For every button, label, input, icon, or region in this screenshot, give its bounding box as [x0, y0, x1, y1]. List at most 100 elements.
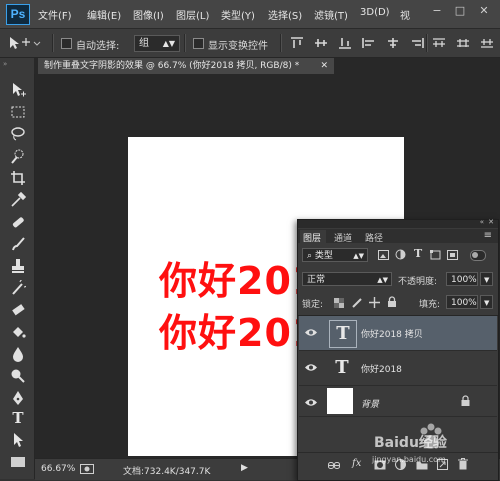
align-left-icon[interactable]	[362, 37, 376, 49]
status-menu-arrow-icon[interactable]: ▶	[241, 463, 248, 473]
filter-pixel-icon[interactable]	[378, 250, 389, 260]
lock-position-icon[interactable]	[369, 297, 380, 308]
history-brush-tool-icon[interactable]	[10, 280, 26, 296]
auto-select-dropdown[interactable]: 组 ▲▼	[134, 35, 180, 52]
fill-input[interactable]: 100%	[446, 295, 478, 309]
layer-thumbnail-white	[327, 388, 353, 414]
rectangle-tool-icon[interactable]	[10, 454, 26, 470]
eraser-tool-icon[interactable]	[10, 302, 26, 318]
separator	[184, 34, 186, 52]
menu-image[interactable]: 图像(I)	[133, 7, 164, 22]
menu-3d[interactable]: 3D(D)	[360, 7, 390, 18]
auto-select-label: 自动选择:	[76, 41, 120, 52]
menu-type[interactable]: 类型(Y)	[221, 7, 255, 22]
layer-name[interactable]: 背景	[361, 397, 379, 410]
filter-type-icon[interactable]: T	[414, 247, 422, 260]
align-bottom-icon[interactable]	[338, 37, 352, 49]
tab-channels[interactable]: 通道	[334, 231, 352, 244]
auto-select-value: 组	[139, 38, 149, 49]
align-hcenter-icon[interactable]	[386, 37, 400, 49]
layer-filter-kind: 类型	[314, 251, 333, 261]
tab-layers[interactable]: 图层	[303, 231, 321, 244]
status-info-icon[interactable]	[80, 464, 94, 474]
layer-row-text[interactable]: T 你好2018	[299, 351, 497, 386]
menu-layer[interactable]: 图层(L)	[176, 7, 209, 22]
menu-select[interactable]: 选择(S)	[268, 7, 302, 22]
healing-brush-tool-icon[interactable]	[10, 214, 26, 230]
lock-transparent-icon[interactable]	[334, 298, 344, 308]
separator	[52, 34, 54, 52]
eye-icon[interactable]	[305, 398, 317, 407]
crop-tool-icon[interactable]	[10, 170, 26, 186]
close-tab-icon[interactable]: ✕	[320, 58, 328, 74]
layer-row-text-copy[interactable]: T 你好2018 拷贝	[299, 316, 497, 351]
filter-shape-icon[interactable]	[430, 250, 441, 260]
align-top-icon[interactable]	[290, 37, 304, 49]
fill-slider-toggle[interactable]: ▼	[480, 295, 493, 309]
eyedropper-tool-icon[interactable]	[10, 192, 26, 208]
menu-file[interactable]: 文件(F)	[38, 7, 72, 22]
marquee-tool-icon[interactable]	[10, 104, 26, 120]
opacity-input[interactable]: 100%	[446, 272, 478, 286]
lock-pixels-icon[interactable]	[352, 297, 363, 308]
layer-row-background[interactable]: 背景	[299, 386, 497, 417]
eye-icon[interactable]	[305, 328, 317, 337]
distribute-bottom-icon[interactable]	[480, 37, 494, 49]
brush-tool-icon[interactable]	[10, 236, 26, 252]
distribute-top-icon[interactable]	[432, 37, 446, 49]
tab-paths[interactable]: 路径	[365, 231, 383, 244]
fx-icon[interactable]: fx	[352, 458, 361, 469]
panel-menu-icon[interactable]: ≡	[484, 230, 492, 241]
menu-edit[interactable]: 编辑(E)	[87, 7, 121, 22]
distribute-vcenter-icon[interactable]	[456, 37, 470, 49]
path-select-tool-icon[interactable]	[10, 432, 26, 448]
filter-toggle[interactable]	[470, 250, 486, 261]
filter-adjustment-icon[interactable]	[395, 249, 406, 260]
dodge-tool-icon[interactable]	[10, 368, 26, 384]
lasso-tool-icon[interactable]	[10, 126, 26, 142]
panel-collapse-icon[interactable]: »	[3, 60, 7, 68]
link-icon[interactable]	[328, 461, 340, 470]
opacity-slider-toggle[interactable]: ▼	[480, 272, 493, 286]
filter-toggle-knob	[472, 252, 478, 258]
lock-all-icon[interactable]	[387, 296, 397, 308]
fill-label: 填充:	[419, 300, 441, 310]
show-transform-checkbox[interactable]	[193, 38, 204, 49]
pen-tool-icon[interactable]	[10, 390, 26, 406]
document-size-info: 文档:732.4K/347.7K	[123, 467, 211, 477]
lock-icon	[461, 395, 470, 406]
document-tab[interactable]: 制作重叠文字阴影的效果 @ 66.7% (你好2018 拷贝, RGB/8) *…	[38, 58, 334, 74]
opacity-label: 不透明度:	[398, 277, 438, 287]
layer-name[interactable]: 你好2018 拷贝	[361, 327, 423, 340]
paint-bucket-tool-icon[interactable]	[10, 324, 26, 340]
filter-smart-object-icon[interactable]	[447, 250, 458, 260]
blur-tool-icon[interactable]	[10, 346, 26, 362]
collapse-panel-icon[interactable]: «	[480, 218, 484, 226]
layer-thumb-text-icon: T	[335, 357, 349, 378]
quick-select-tool-icon[interactable]	[10, 148, 26, 164]
zoom-level[interactable]: 66.67%	[41, 464, 75, 474]
auto-select-checkbox[interactable]	[61, 38, 72, 49]
layer-filter-dropdown[interactable]: ⌕ 类型 ▲▼	[302, 248, 368, 262]
menu-view[interactable]: 视	[400, 7, 410, 22]
layer-name[interactable]: 你好2018	[361, 362, 402, 375]
blend-mode-value: 正常	[307, 275, 326, 285]
move-tool-preset-icon[interactable]	[6, 34, 42, 52]
eye-icon[interactable]	[305, 363, 317, 372]
fill-value: 100%	[451, 298, 477, 308]
move-tool-icon[interactable]	[10, 82, 26, 98]
watermark-url: jingyan.baidu.com	[372, 455, 446, 464]
close-panel-icon[interactable]: ✕	[488, 218, 494, 226]
align-right-icon[interactable]	[410, 37, 424, 49]
clone-stamp-tool-icon[interactable]	[10, 258, 26, 274]
maximize-button[interactable]: □	[453, 4, 467, 18]
menu-filter[interactable]: 滤镜(T)	[314, 7, 348, 22]
watermark-text: Baidu经验	[374, 435, 447, 451]
type-tool-icon[interactable]: T	[10, 410, 26, 426]
align-vcenter-icon[interactable]	[314, 37, 328, 49]
blend-mode-dropdown[interactable]: 正常 ▲▼	[302, 272, 392, 286]
close-window-button[interactable]: ✕	[477, 4, 491, 18]
menu-bar: Ps 文件(F) 编辑(E) 图像(I) 图层(L) 类型(Y) 选择(S) 滤…	[0, 0, 500, 29]
chevron-down-icon: ▲▼	[377, 276, 388, 284]
minimize-button[interactable]: −	[430, 4, 444, 18]
